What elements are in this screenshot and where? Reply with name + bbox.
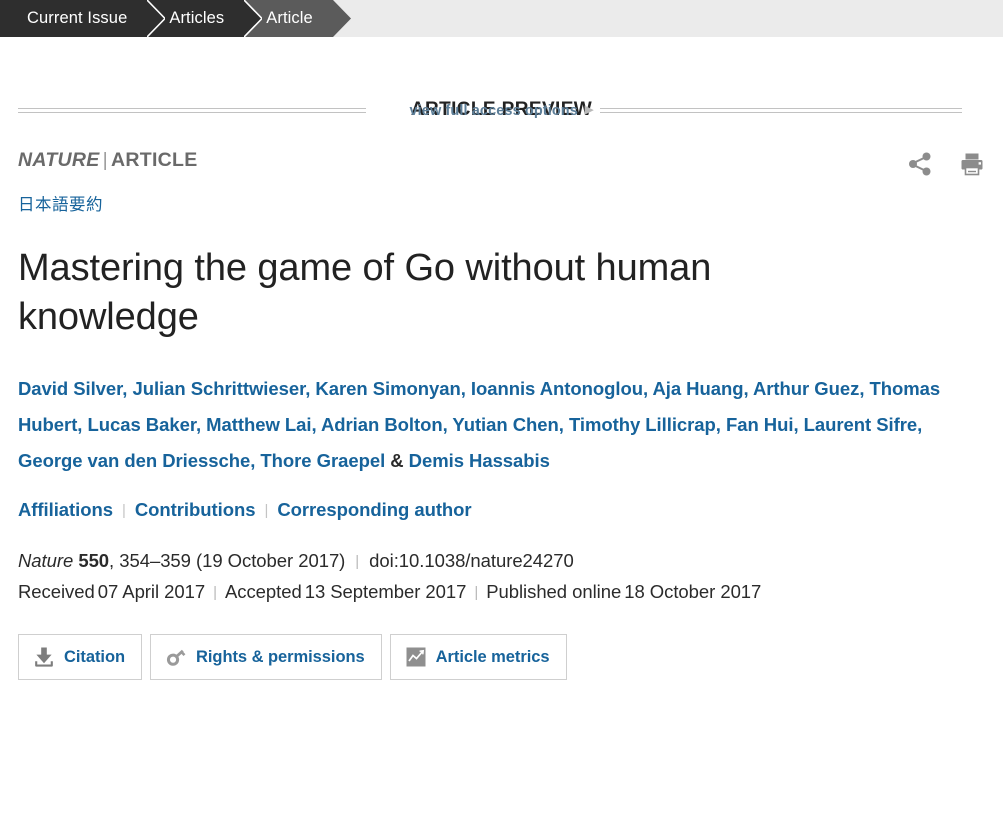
key-icon <box>165 646 187 668</box>
article-metrics-button[interactable]: Article metrics <box>389 634 567 681</box>
view-full-access-options-label: view full access options <box>409 103 578 119</box>
print-icon[interactable] <box>959 151 985 177</box>
breadcrumb-item-current-issue[interactable]: Current Issue <box>0 0 166 37</box>
citation-doi[interactable]: doi:10.1038/nature24270 <box>369 550 574 571</box>
citation-button[interactable]: Citation <box>18 634 143 681</box>
download-icon <box>33 646 55 668</box>
accepted-date: 13 September 2017 <box>304 581 467 603</box>
citation-volume: 550 <box>78 550 110 572</box>
corresponding-author-link[interactable]: Corresponding author <box>277 499 471 520</box>
citation-date: (19 October 2017) <box>196 550 346 572</box>
article-history: Received 07 April 2017 | Accepted 13 Septemb… <box>18 581 985 603</box>
japanese-summary-link[interactable]: 日本語要約 <box>18 191 985 215</box>
citation-pages: 354–359 <box>119 550 191 572</box>
citation-journal: Nature <box>18 550 74 572</box>
author-meta-links: Affiliations | Contributions | Corresponding… <box>18 499 985 521</box>
share-icon[interactable] <box>907 151 933 177</box>
kicker-separator: | <box>102 149 108 171</box>
article-preview-banner: ARTICLE PREVIEW <box>0 37 1003 120</box>
received-label: Received <box>18 581 95 603</box>
page-title: Mastering the game of Go without human k… <box>18 247 712 338</box>
chevron-right-icon <box>244 0 263 37</box>
chevron-right-icon <box>147 0 166 37</box>
breadcrumb: Current Issue Articles Article <box>0 0 1003 37</box>
article-metrics-button-label: Article metrics <box>435 647 550 666</box>
breadcrumb-label: Article <box>266 9 313 27</box>
citation-button-label: Citation <box>64 647 126 666</box>
action-button-row: Citation Rights & permissions Article me… <box>18 634 985 681</box>
view-full-access-options-link[interactable]: view full access options ▶ <box>0 103 1003 119</box>
article-tools <box>907 151 985 177</box>
kicker-row: NATURE | ARTICLE <box>18 149 985 179</box>
chevron-right-icon <box>332 0 351 37</box>
author-list: David Silver, Julian Schrittwieser, Kare… <box>18 371 970 478</box>
rights-permissions-button[interactable]: Rights & permissions <box>150 634 382 681</box>
received-date: 07 April 2017 <box>97 581 206 603</box>
published-date: 18 October 2017 <box>624 581 762 603</box>
kicker-journal: NATURE <box>18 149 100 171</box>
breadcrumb-list: Current Issue Articles Article <box>0 0 1003 37</box>
rights-permissions-button-label: Rights & permissions <box>196 647 365 666</box>
chart-icon <box>405 646 427 668</box>
affiliations-link[interactable]: Affiliations <box>18 499 113 520</box>
link-separator: | <box>121 502 126 520</box>
accepted-label: Accepted <box>224 581 302 603</box>
citation-comma: , <box>109 550 115 572</box>
history-separator: | <box>213 584 217 602</box>
article-header: NATURE | ARTICLE 日本語要約 Mastering the gam… <box>0 149 1003 681</box>
published-label: Published online <box>486 581 622 603</box>
link-separator: | <box>264 502 269 520</box>
caret-right-icon: ▶ <box>584 104 594 116</box>
breadcrumb-label: Current Issue <box>27 9 128 27</box>
kicker: NATURE | ARTICLE <box>18 149 985 172</box>
breadcrumb-label: Articles <box>169 9 225 27</box>
kicker-type: ARTICLE <box>110 149 198 171</box>
history-separator: | <box>474 584 479 602</box>
citation-line: Nature 550, 354–359 (19 October 2017) | do… <box>18 550 985 572</box>
citation-separator: | <box>355 553 360 571</box>
authors-conjunction: & <box>390 449 404 471</box>
contributions-link[interactable]: Contributions <box>135 499 256 520</box>
last-author[interactable]: Demis Hassabis <box>409 450 550 471</box>
